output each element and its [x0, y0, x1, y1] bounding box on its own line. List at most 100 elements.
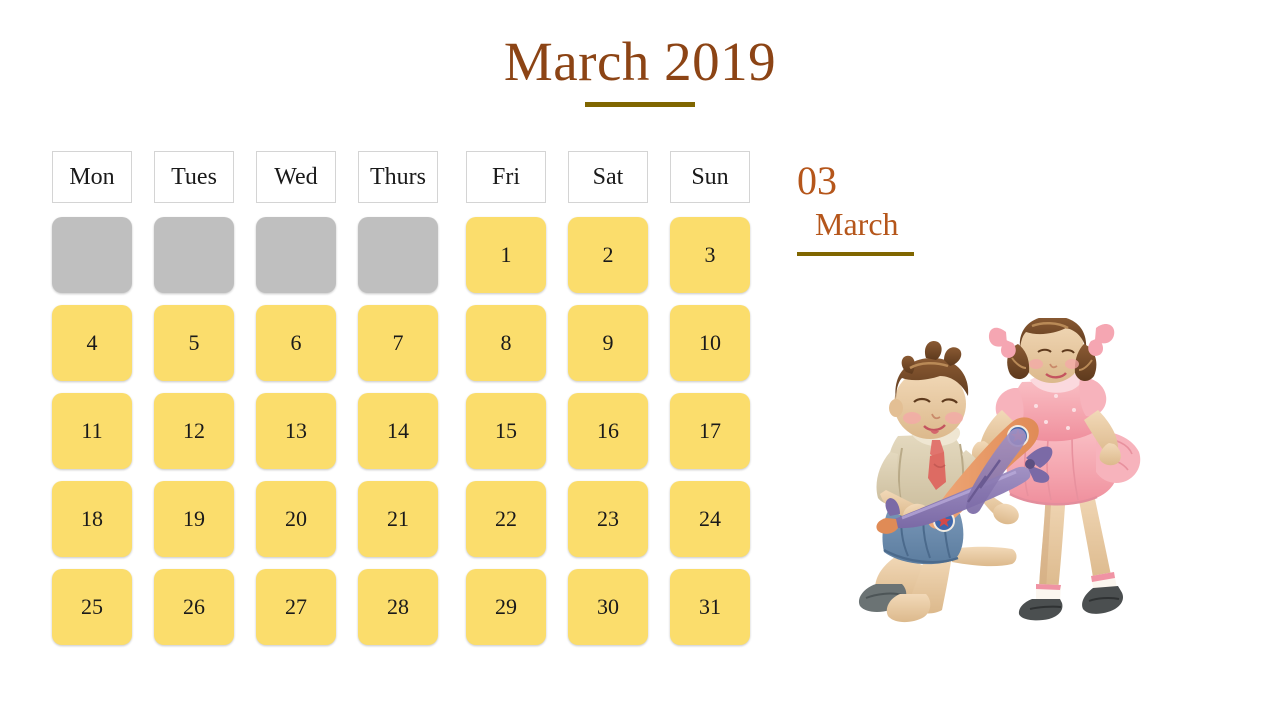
calendar-cell-slot: 6: [256, 305, 336, 381]
date-cell[interactable]: 23: [568, 481, 648, 557]
calendar-cell-slot: 2: [568, 217, 648, 293]
date-cell[interactable]: 12: [154, 393, 234, 469]
calendar-weeks-container: 1 2 3 4 5 6 7 8 9 10 11 12 13 14 15 16 17 18 19 20 21 22 23 24 2…: [52, 217, 762, 645]
weekday-header-sat[interactable]: Sat: [568, 151, 648, 203]
weekday-header-fri[interactable]: Fri: [466, 151, 546, 203]
date-cell[interactable]: 25: [52, 569, 132, 645]
weekday-column-wed: Wed: [256, 151, 336, 203]
date-cell[interactable]: 5: [154, 305, 234, 381]
calendar-cell-slot: 15: [466, 393, 546, 469]
date-cell[interactable]: 15: [466, 393, 546, 469]
calendar-cell-slot: 13: [256, 393, 336, 469]
page-title: March 2019: [503, 31, 777, 92]
weekday-header-tues[interactable]: Tues: [154, 151, 234, 203]
empty-date-cell: [52, 217, 132, 293]
weekday-header-thurs[interactable]: Thurs: [358, 151, 438, 203]
date-cell[interactable]: 11: [52, 393, 132, 469]
calendar-cell-slot: 9: [568, 305, 648, 381]
calendar-week-row: 123: [52, 217, 762, 293]
date-cell[interactable]: 6: [256, 305, 336, 381]
calendar-cell-slot: 30: [568, 569, 648, 645]
date-cell[interactable]: 13: [256, 393, 336, 469]
calendar-cell-slot: 7: [358, 305, 438, 381]
page-title-block: March 2019: [0, 30, 1280, 107]
weekday-header-row: Mon Tues Wed Thurs Fri Sat Sun: [52, 151, 762, 203]
date-cell[interactable]: 26: [154, 569, 234, 645]
date-cell[interactable]: 7: [358, 305, 438, 381]
calendar-cell-slot: 11: [52, 393, 132, 469]
date-cell[interactable]: 16: [568, 393, 648, 469]
date-cell[interactable]: 19: [154, 481, 234, 557]
children-airplane-illustration: [840, 318, 1170, 630]
empty-date-cell: [358, 217, 438, 293]
date-cell[interactable]: 27: [256, 569, 336, 645]
calendar-cell-slot: 20: [256, 481, 336, 557]
calendar-cell-slot: [52, 217, 132, 293]
calendar-cell-slot: 8: [466, 305, 546, 381]
weekday-column-sat: Sat: [568, 151, 648, 203]
weekday-header-sun[interactable]: Sun: [670, 151, 750, 203]
calendar-grid: Mon Tues Wed Thurs Fri Sat Sun 123456789…: [52, 151, 762, 645]
calendar-cell-slot: 5: [154, 305, 234, 381]
calendar-cell-slot: 10: [670, 305, 750, 381]
date-cell[interactable]: 21: [358, 481, 438, 557]
calendar-cell-slot: 21: [358, 481, 438, 557]
calendar-cell-slot: 28: [358, 569, 438, 645]
date-cell[interactable]: 30: [568, 569, 648, 645]
weekday-column-fri: Fri: [466, 151, 546, 203]
date-cell[interactable]: 10: [670, 305, 750, 381]
calendar-cell-slot: 16: [568, 393, 648, 469]
calendar-cell-slot: [256, 217, 336, 293]
date-cell[interactable]: 22: [466, 481, 546, 557]
calendar-cell-slot: 29: [466, 569, 546, 645]
date-cell[interactable]: 3: [670, 217, 750, 293]
weekday-header-mon[interactable]: Mon: [52, 151, 132, 203]
date-cell[interactable]: 29: [466, 569, 546, 645]
calendar-cell-slot: 14: [358, 393, 438, 469]
calendar-cell-slot: 23: [568, 481, 648, 557]
date-cell[interactable]: 18: [52, 481, 132, 557]
date-cell[interactable]: 8: [466, 305, 546, 381]
calendar-cell-slot: [154, 217, 234, 293]
calendar-cell-slot: 1: [466, 217, 546, 293]
date-cell[interactable]: 4: [52, 305, 132, 381]
date-cell[interactable]: 2: [568, 217, 648, 293]
calendar-cell-slot: 12: [154, 393, 234, 469]
calendar-cell-slot: 4: [52, 305, 132, 381]
empty-date-cell: [154, 217, 234, 293]
date-cell[interactable]: 20: [256, 481, 336, 557]
date-cell[interactable]: 1: [466, 217, 546, 293]
title-underline-divider: [585, 102, 695, 107]
calendar-cell-slot: 18: [52, 481, 132, 557]
month-name-label: March: [815, 206, 899, 242]
calendar-cell-slot: 26: [154, 569, 234, 645]
calendar-cell-slot: 24: [670, 481, 750, 557]
weekday-column-tues: Tues: [154, 151, 234, 203]
empty-date-cell: [256, 217, 336, 293]
calendar-cell-slot: [358, 217, 438, 293]
calendar-cell-slot: 3: [670, 217, 750, 293]
calendar-cell-slot: 31: [670, 569, 750, 645]
calendar-cell-slot: 17: [670, 393, 750, 469]
weekday-header-wed[interactable]: Wed: [256, 151, 336, 203]
date-cell[interactable]: 31: [670, 569, 750, 645]
calendar-week-row: 18 19 20 21 22 23 24: [52, 481, 762, 557]
current-month-panel: 03 March: [797, 158, 997, 256]
date-cell[interactable]: 17: [670, 393, 750, 469]
month-number-label: 03: [797, 158, 837, 203]
calendar-week-row: 4 5 6 7 8 9 10: [52, 305, 762, 381]
date-cell[interactable]: 24: [670, 481, 750, 557]
calendar-week-row: 25 26 27 28 29 30 31: [52, 569, 762, 645]
month-panel-underline-divider: [797, 252, 914, 256]
weekday-column-thurs: Thurs: [358, 151, 438, 203]
calendar-cell-slot: 27: [256, 569, 336, 645]
date-cell[interactable]: 14: [358, 393, 438, 469]
date-cell[interactable]: 9: [568, 305, 648, 381]
weekday-column-sun: Sun: [670, 151, 750, 203]
calendar-cell-slot: 22: [466, 481, 546, 557]
calendar-cell-slot: 19: [154, 481, 234, 557]
calendar-cell-slot: 25: [52, 569, 132, 645]
weekday-column-mon: Mon: [52, 151, 132, 203]
calendar-week-row: 11 12 13 14 15 16 17: [52, 393, 762, 469]
date-cell[interactable]: 28: [358, 569, 438, 645]
